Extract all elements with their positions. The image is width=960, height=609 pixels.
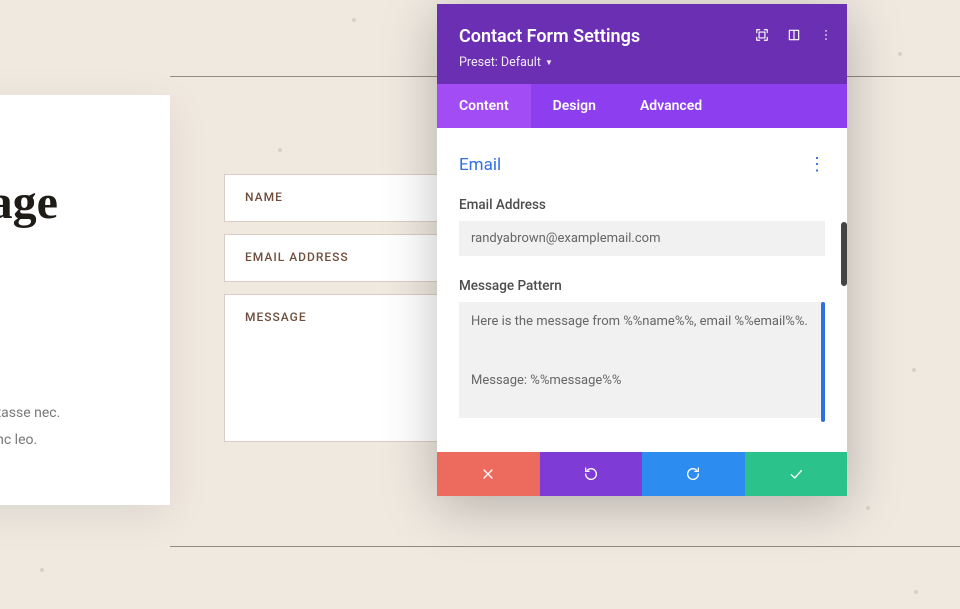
undo-button[interactable] (540, 452, 643, 496)
tab-design[interactable]: Design (531, 84, 618, 128)
email-address-input[interactable] (459, 221, 825, 256)
expand-icon[interactable] (755, 28, 769, 42)
confirm-button[interactable] (745, 452, 848, 496)
message-pattern-textarea[interactable] (459, 302, 825, 418)
settings-tabs: Content Design Advanced (437, 84, 847, 128)
modal-footer (437, 452, 847, 496)
panel-body: Email ⋮ Email Address Message Pattern (437, 128, 847, 452)
more-menu-icon[interactable] (819, 28, 833, 42)
chevron-down-icon: ▼ (545, 58, 553, 67)
background-card: sage habitasse nec. s nunc leo. (0, 95, 170, 505)
lorem-text: habitasse nec. s nunc leo. (0, 400, 130, 453)
cancel-button[interactable] (437, 452, 540, 496)
scrollbar-thumb[interactable] (841, 222, 847, 286)
preset-selector[interactable]: Preset: Default ▼ (459, 55, 825, 70)
tab-content[interactable]: Content (437, 84, 531, 128)
tab-advanced[interactable]: Advanced (618, 84, 724, 128)
modal-header: Contact Form Settings Preset: Default ▼ (437, 4, 847, 84)
message-pattern-label: Message Pattern (459, 278, 825, 294)
redo-button[interactable] (642, 452, 745, 496)
email-address-label: Email Address (459, 197, 825, 213)
textarea-focus-indicator (821, 302, 825, 422)
layout-toggle-icon[interactable] (787, 28, 801, 42)
section-more-icon[interactable]: ⋮ (808, 154, 825, 175)
section-title-email: Email (459, 155, 501, 175)
page-heading-fragment: sage (0, 175, 130, 230)
contact-form-settings-modal: Contact Form Settings Preset: Default ▼ … (437, 4, 847, 496)
